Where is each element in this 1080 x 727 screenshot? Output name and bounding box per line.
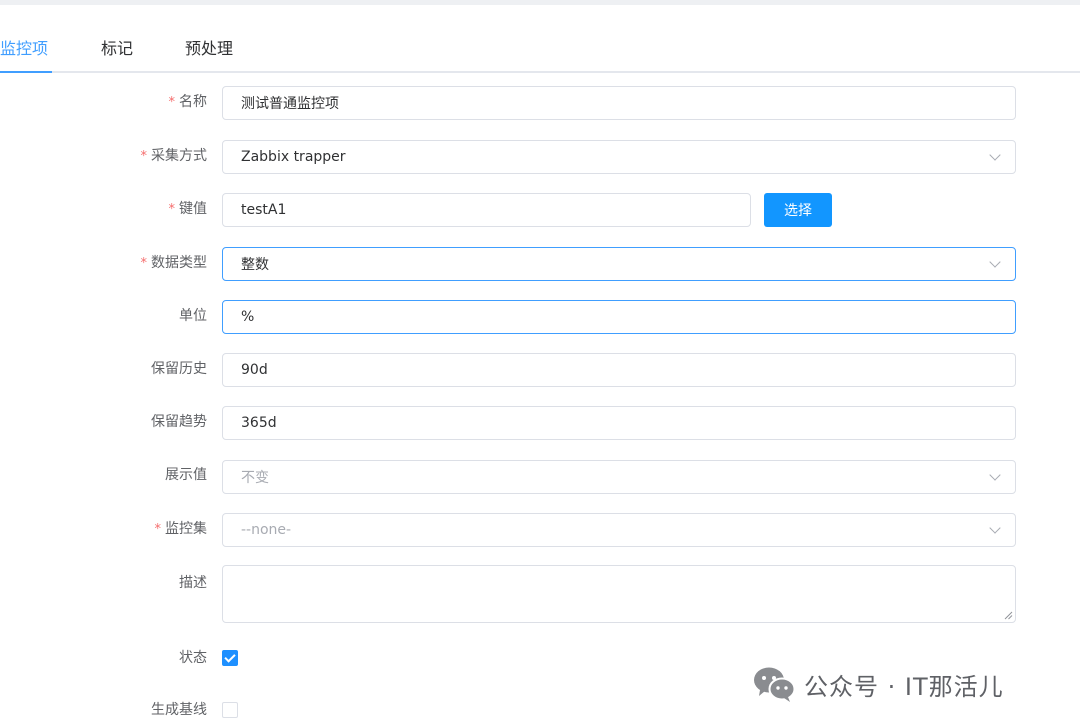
display-value-label: 展示值 [165,467,207,483]
unit-label: 单位 [179,308,207,324]
status-label: 状态 [179,650,207,666]
tab-tags[interactable]: 标记 [101,38,133,60]
description-textarea[interactable] [222,565,1016,623]
monitor-set-label: * 监控集 [154,521,208,537]
watermark-text: 公众号 · IT那活儿 [804,672,1004,701]
display-value-placeholder: 不变 [241,470,269,486]
history-value: 90d [241,362,268,378]
key-label: * 键值 [168,201,208,217]
required-mark: * [154,522,162,537]
name-label: * 名称 [168,94,208,110]
name-value: 测试普通监控项 [241,96,339,112]
chevron-down-icon [989,149,1001,161]
monitor-set-select[interactable]: --none- [222,513,1016,547]
top-strip [0,0,1080,5]
key-input[interactable]: testA1 [222,193,751,227]
display-value-select[interactable]: 不变 [222,460,1016,494]
collect-method-select[interactable]: Zabbix trapper [222,140,1016,174]
description-label: 描述 [179,575,207,591]
chevron-down-icon [989,256,1001,268]
tab-active-indicator [0,71,52,73]
monitor-set-placeholder: --none- [241,522,292,538]
history-label: 保留历史 [151,361,207,377]
trend-label: 保留趋势 [151,414,207,430]
chevron-down-icon [989,522,1001,534]
wechat-icon [754,667,796,702]
required-mark: * [168,202,176,217]
required-mark: * [140,256,148,271]
required-mark: * [140,149,148,164]
collect-method-label: * 采集方式 [140,148,208,164]
baseline-checkbox[interactable] [222,702,238,718]
data-type-value: 整数 [241,257,269,273]
resize-handle-icon[interactable] [1004,611,1013,620]
collect-method-value: Zabbix trapper [241,149,346,165]
data-type-label: * 数据类型 [140,255,208,271]
tab-preprocessing[interactable]: 预处理 [185,38,233,60]
name-input[interactable]: 测试普通监控项 [222,86,1016,120]
select-key-button[interactable]: 选择 [764,193,832,227]
key-value: testA1 [241,202,287,218]
chevron-down-icon [989,469,1001,481]
tab-monitor-item[interactable]: 监控项 [0,38,48,60]
history-input[interactable]: 90d [222,353,1016,387]
tab-divider [0,71,1080,73]
check-icon [224,651,236,663]
unit-value: % [241,309,255,325]
data-type-select[interactable]: 整数 [222,247,1016,281]
baseline-label: 生成基线 [151,702,207,718]
status-checkbox[interactable] [222,650,238,666]
required-mark: * [168,95,176,110]
unit-input[interactable]: % [222,300,1016,334]
trend-value: 365d [241,415,277,431]
trend-input[interactable]: 365d [222,406,1016,440]
watermark: 公众号 · IT那活儿 [752,664,1004,704]
